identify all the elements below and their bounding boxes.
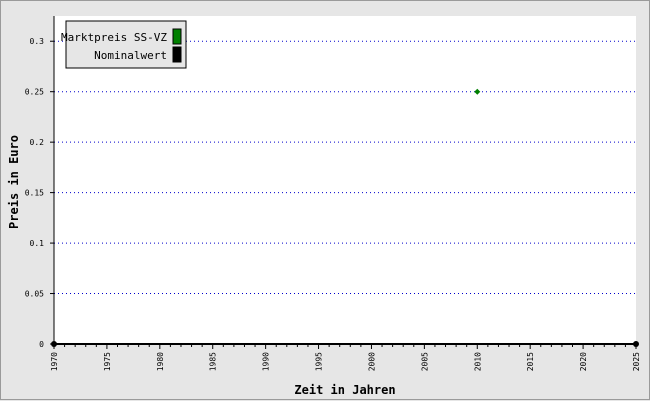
nominalwert-point <box>51 341 57 347</box>
x-tick-label: 1970 <box>50 352 59 371</box>
y-tick-label: 0 <box>39 340 44 349</box>
x-tick-label: 2025 <box>632 352 641 371</box>
y-tick-label: 0.15 <box>25 189 44 198</box>
x-tick-label: 1985 <box>209 352 218 371</box>
x-tick-label: 1990 <box>262 352 271 371</box>
y-tick-label: 0.05 <box>25 290 44 299</box>
legend-label-marktpreis: Marktpreis SS-VZ <box>61 31 167 44</box>
legend: Marktpreis SS-VZ Nominalwert <box>61 20 187 69</box>
y-tick-label: 0.2 <box>30 138 45 147</box>
y-tick-label: 0.1 <box>30 239 45 248</box>
x-tick-label: 2020 <box>579 352 588 371</box>
x-tick-label: 1995 <box>315 352 324 371</box>
nominalwert-point <box>633 341 639 347</box>
legend-swatch-nominalwert <box>172 46 182 63</box>
x-tick-label: 2010 <box>473 352 482 371</box>
x-tick-labels: 1970 1975 1980 1985 1990 1995 2000 2005 2010 2015… <box>50 352 641 371</box>
x-axis-title: Zeit in Jahren <box>294 383 395 397</box>
x-tick-label: 2000 <box>367 352 376 371</box>
x-tick-label: 1980 <box>156 352 165 371</box>
y-axis-title: Preis in Euro <box>7 135 21 229</box>
chart-svg: 00.050.10.150.20.250.3 1970 1975 1980 1985 1… <box>7 16 641 397</box>
y-tick-label: 0.25 <box>25 88 44 97</box>
legend-swatch-marktpreis <box>172 28 182 45</box>
legend-label-nominalwert: Nominalwert <box>94 49 167 62</box>
chart-frame: 0 0.05 0.1 0.15 0.2 0.25 0.3 1970 1975 1980 1985 1… <box>0 0 650 400</box>
y-tick-labels: 0 0.05 0.1 0.15 0.2 0.25 0.3 <box>25 37 44 349</box>
y-tick-label: 0.3 <box>30 37 45 46</box>
x-tick-label: 1975 <box>103 352 112 371</box>
x-tick-label: 2005 <box>420 352 429 371</box>
x-tick-label: 2015 <box>526 352 535 371</box>
